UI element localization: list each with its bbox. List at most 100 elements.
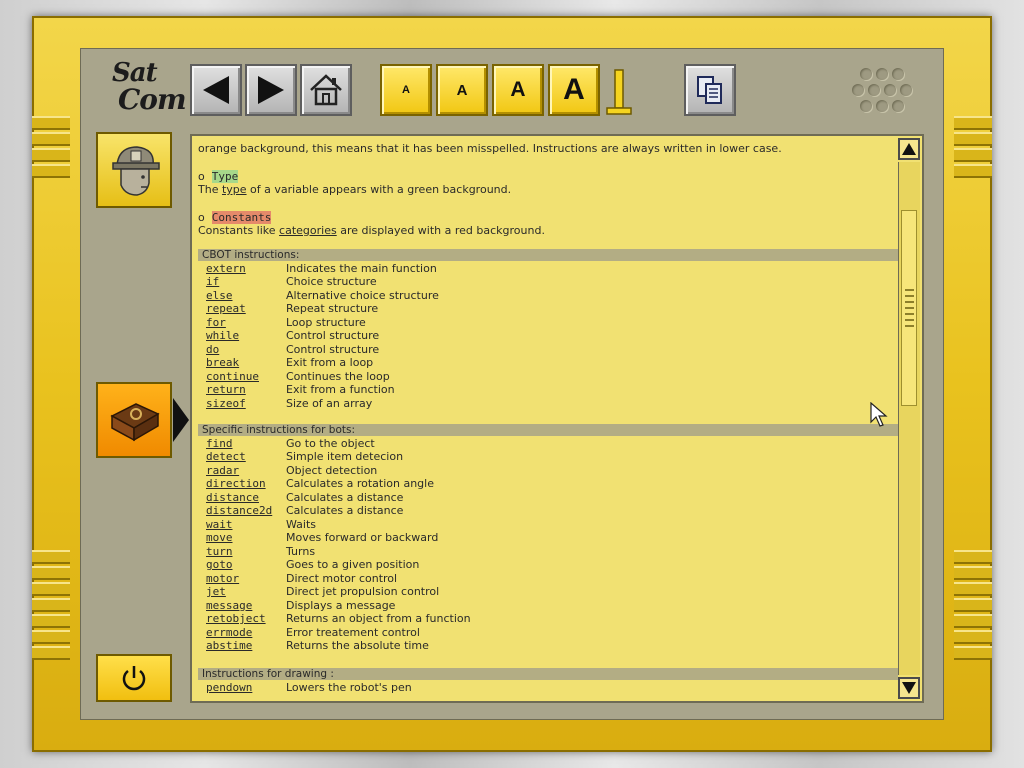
font-size-xlarge-button[interactable]: A	[548, 64, 600, 116]
font-size-large-label: A	[510, 78, 526, 101]
type-line: The type of a variable appears with a gr…	[198, 183, 511, 196]
instruction-description: Loop structure	[286, 315, 366, 329]
instruction-description: Displays a message	[286, 598, 396, 612]
instruction-link[interactable]: goto	[206, 558, 233, 572]
instruction-link[interactable]: turn	[206, 545, 233, 559]
copy-button[interactable]	[684, 64, 736, 116]
instruction-link[interactable]: direction	[206, 477, 266, 491]
instruction-link[interactable]: radar	[206, 464, 239, 478]
constants-line: Constants like categories are displayed …	[198, 224, 545, 237]
font-size-large-button[interactable]: A	[492, 64, 544, 116]
font-size-small-button[interactable]: A	[380, 64, 432, 116]
instruction-link[interactable]: break	[206, 356, 239, 370]
type-bullet: o	[198, 170, 205, 183]
instruction-description: Repeat structure	[286, 302, 379, 315]
instruction-link[interactable]: motor	[206, 572, 239, 586]
instruction-link[interactable]: while	[206, 329, 239, 343]
instruction-link[interactable]: extern	[206, 262, 246, 276]
instruction-description: Alternative choice structure	[286, 288, 439, 302]
instruction-description: Goes to a given position	[286, 558, 420, 571]
instruction-link[interactable]: retobject	[206, 612, 266, 626]
instruction-description: Size of an array	[286, 396, 373, 410]
home-icon	[310, 74, 342, 106]
instruction-description: Returns an object from a function	[286, 612, 471, 625]
instruction-link[interactable]: wait	[206, 518, 233, 532]
vertical-scrollbar[interactable]	[898, 138, 920, 699]
instruction-description: Calculates a rotation angle	[286, 477, 434, 490]
instruction-link[interactable]: jet	[206, 585, 226, 599]
back-button[interactable]	[190, 64, 242, 116]
agent-head-icon	[112, 146, 160, 196]
instruction-link[interactable]: return	[206, 383, 246, 397]
instruction-description: Exit from a function	[286, 383, 395, 396]
const-line-post: are displayed with a red background.	[336, 224, 545, 237]
instruction-description: Control structure	[286, 329, 380, 342]
instruction-link[interactable]: repeat	[206, 302, 246, 316]
satcom-logo: Sat Com	[102, 60, 187, 120]
instruction-description: Direct motor control	[286, 571, 398, 585]
arrow-right-icon	[258, 76, 284, 104]
logo-line2: Com	[118, 83, 187, 116]
instruction-description: Calculates a distance	[286, 490, 404, 504]
type-line-pre: The	[198, 183, 222, 196]
font-size-small-label: A	[402, 84, 410, 96]
constants-heading: o Constants	[198, 211, 272, 224]
forward-button[interactable]	[245, 64, 297, 116]
instruction-link[interactable]: pendown	[206, 681, 252, 695]
section-header: CBOT instructions:	[198, 249, 898, 261]
scroll-up-button[interactable]	[898, 138, 920, 160]
instruction-link[interactable]: distance	[206, 491, 259, 505]
instruction-description: Indicates the main function	[286, 261, 437, 275]
type-title: Type	[211, 170, 239, 183]
font-size-medium-label: A	[456, 81, 468, 99]
instruction-description: Waits	[286, 517, 317, 531]
instruction-link[interactable]: errmode	[206, 626, 252, 640]
home-button[interactable]	[300, 64, 352, 116]
instruction-description: Exit from a loop	[286, 356, 374, 369]
speaker-grille	[848, 66, 920, 122]
instruction-link[interactable]: if	[206, 275, 219, 289]
triangle-up-icon	[902, 143, 916, 155]
scroll-track[interactable]	[898, 162, 920, 675]
font-size-medium-button[interactable]: A	[436, 64, 488, 116]
instruction-description: Simple item detecion	[286, 450, 404, 463]
intro-line: orange background, this means that it ha…	[198, 142, 782, 155]
scroll-thumb[interactable]	[901, 210, 917, 406]
instruction-link[interactable]: do	[206, 343, 219, 357]
instruction-link[interactable]: else	[206, 289, 233, 303]
scroll-down-button[interactable]	[898, 677, 920, 699]
instruction-link[interactable]: continue	[206, 370, 259, 384]
categories-link[interactable]: categories	[279, 224, 337, 237]
instruction-description: Returns the absolute time	[286, 639, 429, 652]
mouse-cursor-icon	[870, 402, 888, 427]
instruction-description: Direct jet propulsion control	[286, 585, 440, 598]
book-icon	[110, 403, 160, 442]
power-button[interactable]	[96, 654, 172, 702]
constants-title: Constants	[211, 211, 272, 224]
instruction-link[interactable]: sizeof	[206, 397, 246, 411]
instruction-link[interactable]: find	[206, 437, 233, 451]
font-size-xlarge-label: A	[563, 73, 585, 106]
instruction-link[interactable]: message	[206, 599, 252, 613]
instruction-description: Control structure	[286, 342, 380, 356]
instruction-link[interactable]: for	[206, 316, 226, 330]
instruction-link[interactable]: detect	[206, 450, 246, 464]
section-header: Specific instructions for bots:	[198, 424, 898, 436]
type-link[interactable]: type	[222, 183, 247, 196]
book-button[interactable]	[96, 382, 172, 458]
arrow-left-icon	[203, 76, 229, 104]
instruction-link[interactable]: abstime	[206, 639, 252, 653]
const-bullet: o	[198, 211, 205, 224]
instruction-description: Lowers the robot's pen	[286, 680, 412, 694]
instruction-description: Turns	[286, 544, 316, 558]
help-content: orange background, this means that it ha…	[190, 134, 924, 703]
agent-button[interactable]	[96, 132, 172, 208]
copy-icon	[697, 76, 722, 104]
instruction-link[interactable]: move	[206, 531, 233, 545]
instruction-description: Calculates a distance	[286, 504, 404, 517]
instruction-description: Go to the object	[286, 436, 375, 450]
instruction-description: Choice structure	[286, 275, 377, 288]
instruction-description: Error treatement control	[286, 625, 420, 639]
instruction-link[interactable]: distance2d	[206, 504, 272, 518]
section-header: Instructions for drawing :	[198, 668, 898, 680]
